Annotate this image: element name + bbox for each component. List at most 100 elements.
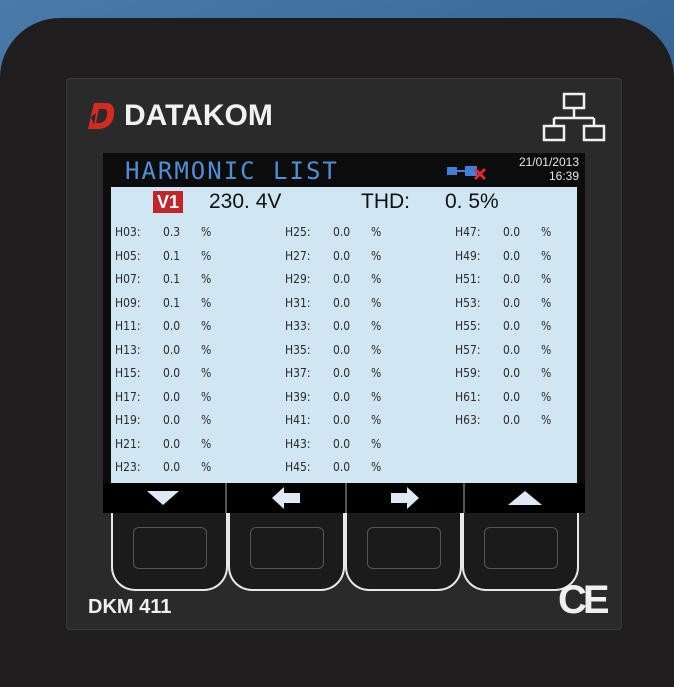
softkey-down[interactable] [103,483,223,513]
datakom-logo-icon [86,101,116,131]
harmonic-value: 0.0 [333,272,351,286]
harmonic-unit: % [371,272,382,286]
button-2[interactable] [228,513,345,591]
page-title: HARMONIC LIST [125,157,339,185]
harmonic-row: H21: 0.0% [115,433,235,455]
harmonic-value: 0.0 [503,366,521,380]
softkey-up[interactable] [463,483,585,513]
right-arrow-icon [391,487,419,509]
harmonic-unit: % [541,272,552,286]
harmonic-value: 0.1 [163,295,181,310]
harmonic-order: H61: [455,389,481,404]
harmonic-unit: % [201,225,212,239]
harmonic-row: H43: 0.0% [285,433,405,455]
harmonic-unit: % [541,366,552,380]
harmonic-unit: % [201,413,212,427]
harmonic-value: 0.0 [503,413,521,427]
harmonic-unit: % [371,460,382,474]
harmonic-row: H17: 0.0% [115,386,235,408]
harmonic-row: H03: 0.3% [115,221,235,243]
harmonic-row: H35: 0.0% [285,339,405,361]
harmonic-value: 0.0 [163,366,181,380]
harmonic-unit: % [371,389,382,404]
harmonic-unit: % [371,413,382,427]
button-3-pad[interactable] [367,527,441,569]
harmonic-unit: % [371,366,382,380]
thd-value: 0. 5% [445,190,499,213]
harmonic-row: H57: 0.0% [455,339,575,361]
model-label: DKM 411 [88,596,172,618]
harmonic-value: 0.0 [163,436,181,451]
harmonic-row: H39: 0.0% [285,386,405,408]
softkey-right[interactable] [345,483,463,513]
button-2-pad[interactable] [250,527,324,569]
harmonic-value: 0.0 [333,436,351,451]
harmonic-row: H49: 0.0% [455,245,575,267]
date-text: 21/01/2013 [518,155,579,169]
harmonic-row: H19: 0.0% [115,409,235,431]
harmonic-value: 0.0 [333,460,351,474]
harmonic-row: H15: 0.0% [115,362,235,384]
harmonic-value: 0.0 [333,366,351,380]
harmonic-order: H45: [285,460,311,474]
harmonic-value: 0.0 [503,295,521,310]
harmonic-row: H33: 0.0% [285,315,405,337]
button-1-pad[interactable] [133,527,207,569]
harmonic-unit: % [201,295,212,310]
harmonic-row: H25: 0.0% [285,221,405,243]
harmonic-unit: % [541,319,552,333]
date-time: 21/01/2013 16:39 [519,155,579,183]
harmonic-unit: % [541,413,552,427]
harmonic-row: H37: 0.0% [285,362,405,384]
harmonic-value: 0.0 [503,319,521,333]
channel-badge: V1 [153,191,184,213]
harmonic-unit: % [201,460,212,474]
time-text: 16:39 [548,169,579,183]
harmonic-value: 0.0 [163,460,181,474]
ce-mark: CE [558,578,610,622]
harmonic-order: H29: [285,272,311,286]
harmonic-row: H41: 0.0% [285,409,405,431]
harmonic-value: 0.0 [503,342,521,357]
harmonic-order: H63: [455,413,481,427]
harmonic-order: H49: [455,248,481,263]
harmonic-order: H17: [115,389,141,404]
harmonic-order: H47: [455,225,481,239]
harmonic-value: 0.3 [163,225,181,239]
harmonic-unit: % [541,225,552,239]
harmonic-row: H13: 0.0% [115,339,235,361]
harmonic-unit: % [201,436,212,451]
left-arrow-icon [272,487,300,509]
button-4-pad[interactable] [484,527,558,569]
harmonic-order: H37: [285,366,311,380]
status-icons [445,161,495,181]
harmonic-unit: % [201,366,212,380]
harmonic-row: H51: 0.0% [455,268,575,290]
harmonic-order: H19: [115,413,141,427]
harmonic-row: H53: 0.0% [455,292,575,314]
harmonic-order: H43: [285,436,311,451]
harmonic-unit: % [201,272,212,286]
harmonic-value: 0.0 [503,225,521,239]
harmonic-unit: % [371,342,382,357]
harmonic-unit: % [371,248,382,263]
button-3[interactable] [345,513,462,591]
harmonic-order: H15: [115,366,141,380]
softkey-left[interactable] [225,483,345,513]
harmonic-order: H07: [115,272,141,286]
harmonic-row: H61: 0.0% [455,386,575,408]
harmonic-order: H51: [455,272,481,286]
harmonic-order: H27: [285,248,311,263]
harmonic-value: 0.0 [333,413,351,427]
harmonic-row: H47: 0.0% [455,221,575,243]
harmonic-order: H39: [285,389,311,404]
harmonic-row: H29: 0.0% [285,268,405,290]
harmonic-order: H03: [115,225,141,239]
harmonic-unit: % [371,436,382,451]
harmonic-unit: % [201,319,212,333]
harmonic-order: H23: [115,460,141,474]
brand-name: DATAKOM [124,99,273,132]
harmonic-unit: % [541,342,552,357]
harmonic-unit: % [201,342,212,357]
button-1[interactable] [111,513,228,591]
